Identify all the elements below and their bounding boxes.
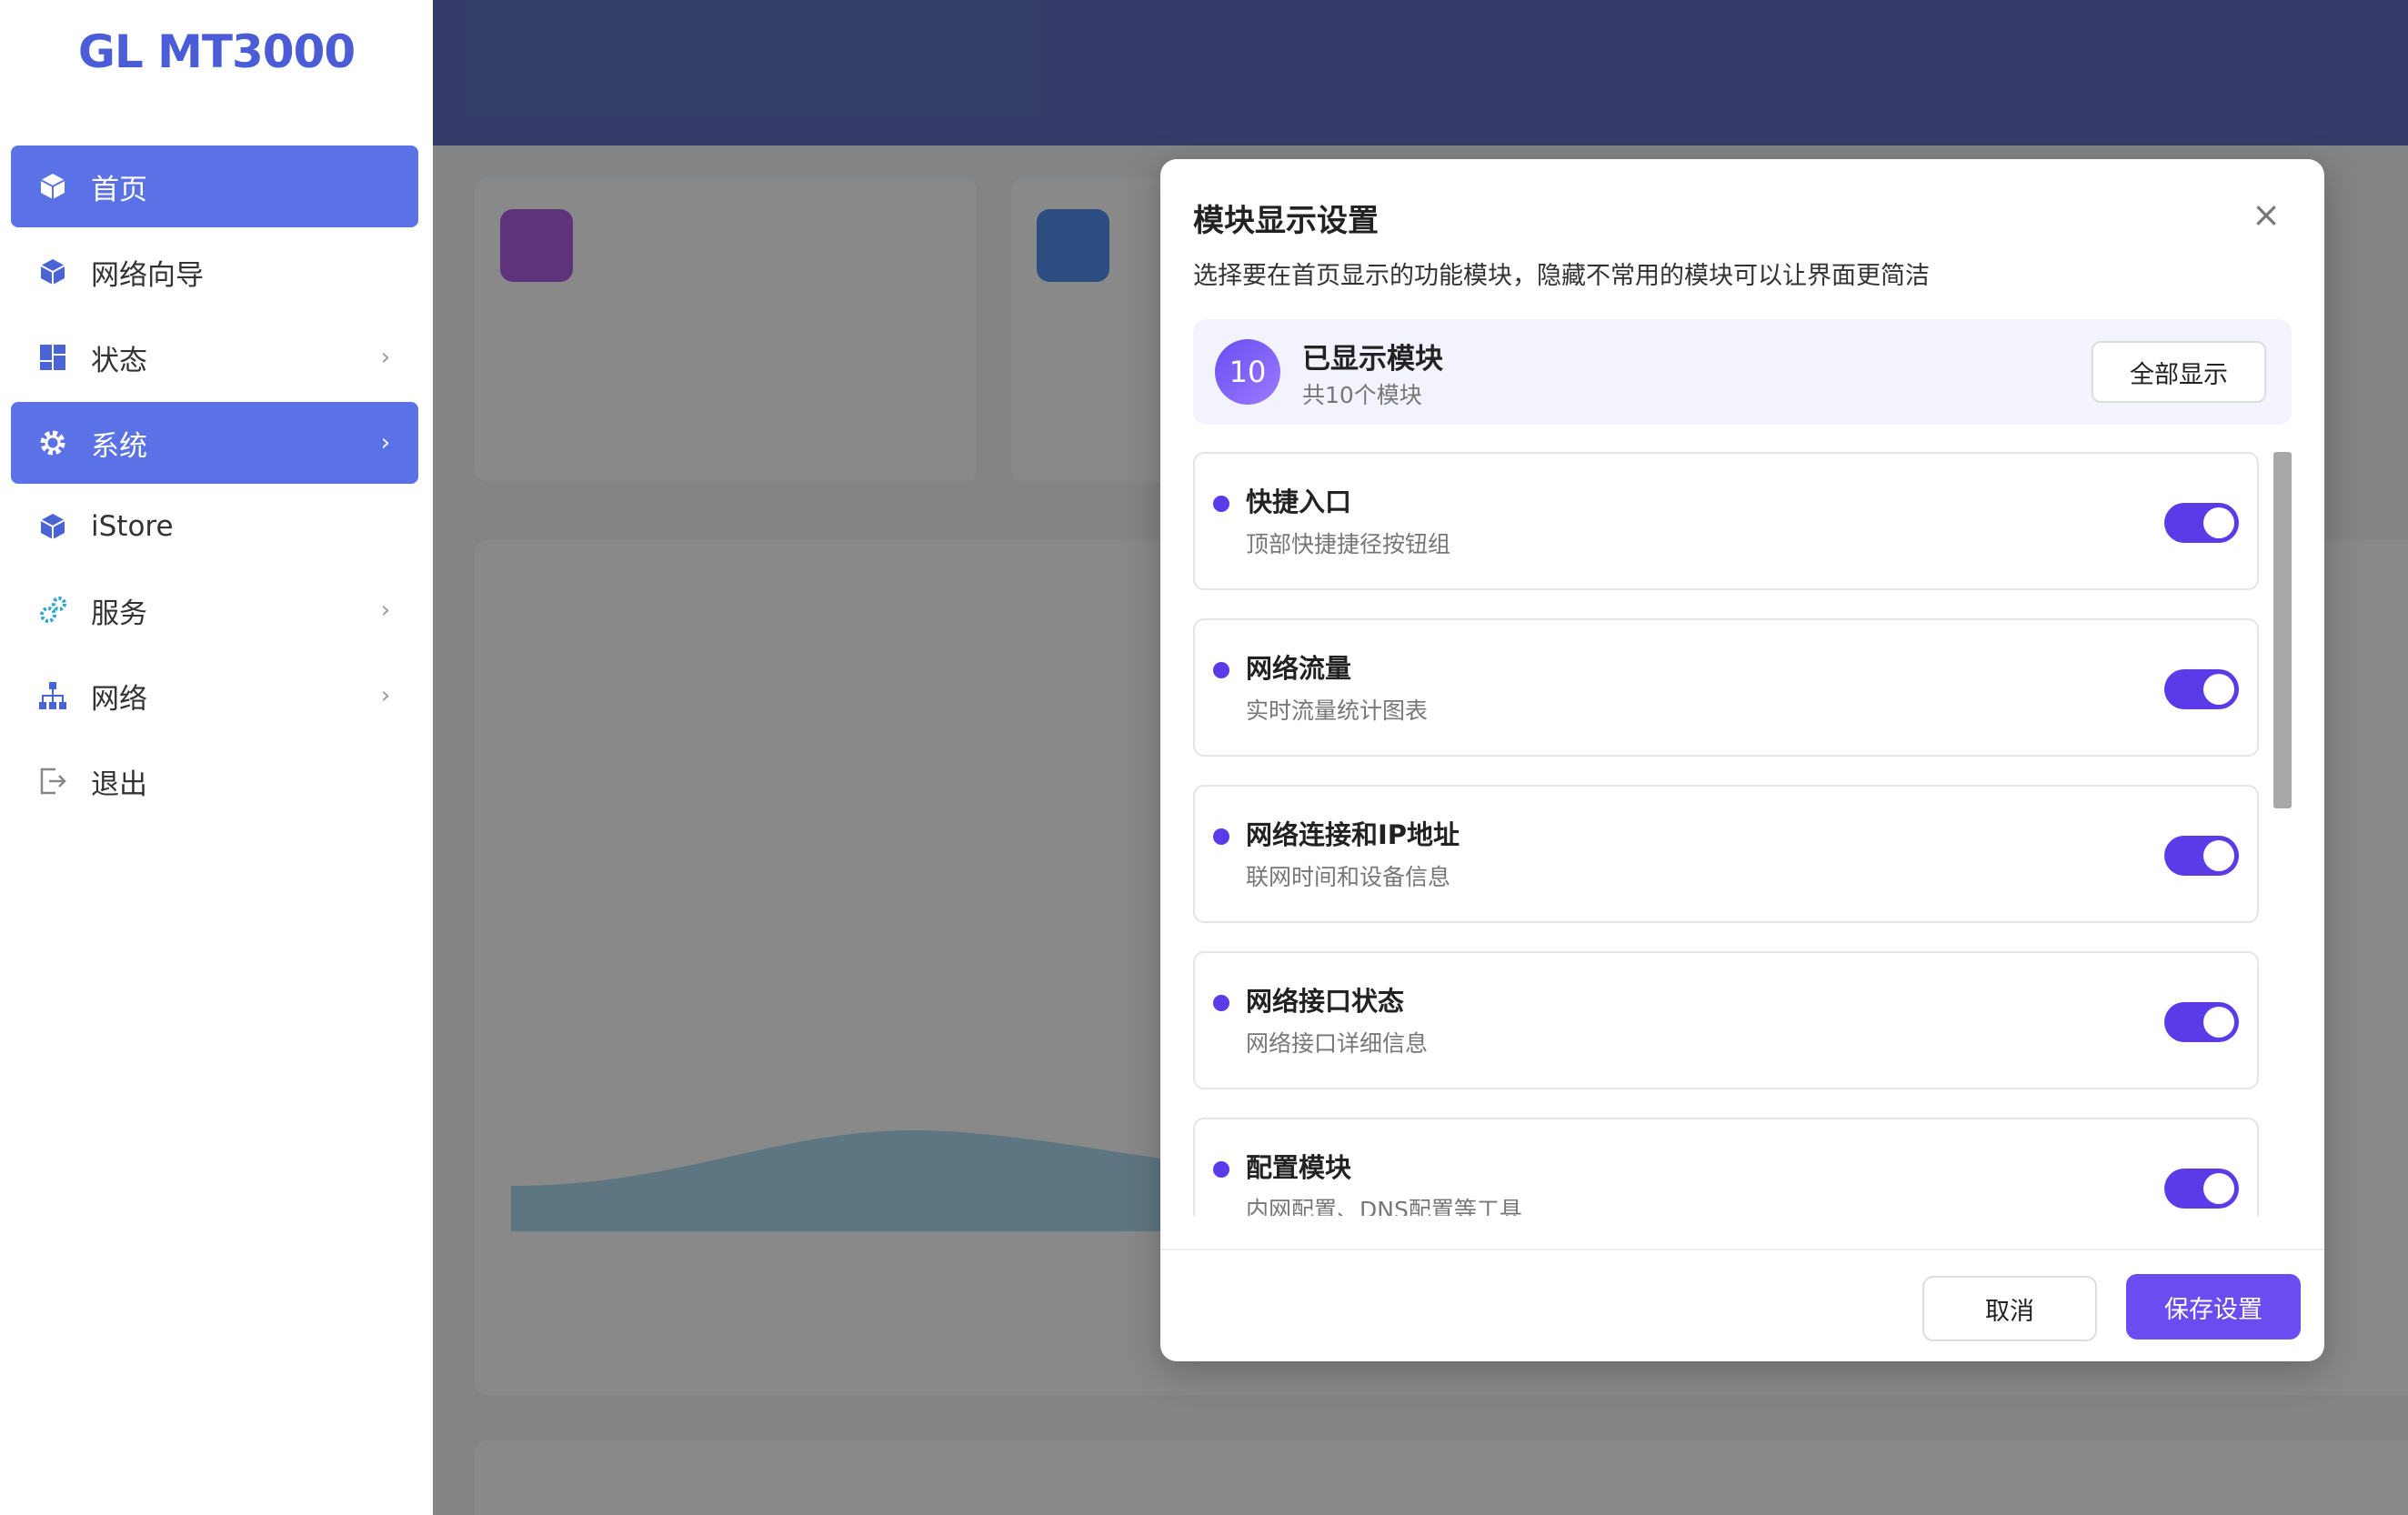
chevron-right-icon: › [380,597,391,624]
summary-subtitle: 共10个模块 [1302,382,1422,408]
gears-icon [35,592,71,628]
module-title: 网络连接和IP地址 [1246,819,1460,850]
sidebar-item-network-wizard[interactable]: 网络向导 [11,231,418,313]
module-settings-dialog: 模块显示设置 × 选择要在首页显示的功能模块，隐藏不常用的模块可以让界面更简洁 … [1160,159,2324,1361]
toggle-knob [2203,1007,2234,1038]
sitemap-icon [35,677,71,714]
cancel-button[interactable]: 取消 [1922,1276,2097,1341]
module-item: 网络流量 实时流量统计图表 [1193,618,2259,757]
sidebar-item-label: 网络 [91,682,147,716]
toggle-knob [2203,674,2234,705]
dialog-title: 模块显示设置 [1193,203,1379,239]
sidebar: GL MT3000 首页 网络向导 状态 › 系统 › iStore 服务 › … [0,0,433,1515]
dialog-divider [1160,1249,2324,1250]
module-toggle[interactable] [2164,503,2239,543]
module-toggle[interactable] [2164,669,2239,709]
sidebar-item-label: 系统 [91,429,147,463]
bullet-dot [1213,828,1229,845]
module-toggle[interactable] [2164,1169,2239,1209]
module-count-badge: 10 [1215,339,1280,405]
save-button[interactable]: 保存设置 [2126,1274,2301,1339]
module-toggle[interactable] [2164,836,2239,876]
chevron-right-icon: › [380,344,391,371]
sidebar-item-label: 首页 [91,173,147,206]
bullet-dot [1213,662,1229,678]
module-description: 联网时间和设备信息 [1246,864,1451,890]
module-toggle[interactable] [2164,1002,2239,1042]
toggle-knob [2203,1173,2234,1204]
dashboard-icon [35,339,71,376]
module-description: 网络接口详细信息 [1246,1030,1429,1057]
sidebar-item-label: iStore [91,510,174,543]
chevron-right-icon: › [380,429,391,457]
cube-icon [35,254,71,290]
brand-logo: GL MT3000 [77,25,356,78]
toggle-knob [2203,840,2234,871]
bullet-dot [1213,1161,1229,1178]
module-description: 顶部快捷捷径按钮组 [1246,531,1451,557]
module-title: 网络流量 [1246,653,1352,684]
sidebar-item-system[interactable]: 系统 › [11,402,418,484]
bullet-dot [1213,496,1229,512]
sidebar-item-label: 状态 [91,344,147,377]
sidebar-item-istore[interactable]: iStore [11,486,418,567]
module-description: 内网配置、DNS配置等工具 [1246,1197,1522,1216]
module-description: 实时流量统计图表 [1246,697,1429,724]
sidebar-item-label: 退出 [91,768,147,801]
sidebar-item-services[interactable]: 服务 › [11,569,418,651]
toggle-knob [2203,507,2234,538]
module-item: 配置模块 内网配置、DNS配置等工具 [1193,1118,2259,1216]
chevron-right-icon: › [380,682,391,709]
logout-icon [35,763,71,799]
module-summary: 10 已显示模块 共10个模块 全部显示 [1193,319,2292,425]
scrollbar-thumb[interactable] [2273,452,2292,808]
close-icon[interactable]: × [2252,197,2281,232]
dialog-description: 选择要在首页显示的功能模块，隐藏不常用的模块可以让界面更简洁 [1193,262,1930,290]
module-list[interactable]: 快捷入口 顶部快捷捷径按钮组 网络流量 实时流量统计图表 网络连接和IP地址 联… [1193,452,2275,1216]
sidebar-item-label: 网络向导 [91,258,204,292]
sidebar-item-logout[interactable]: 退出 [11,740,418,822]
module-item: 快捷入口 顶部快捷捷径按钮组 [1193,452,2259,590]
module-item: 网络连接和IP地址 联网时间和设备信息 [1193,785,2259,923]
sidebar-item-label: 服务 [91,597,147,630]
module-title: 快捷入口 [1246,487,1352,517]
cube-icon [35,168,71,205]
cube-icon [35,508,71,545]
sidebar-item-network[interactable]: 网络 › [11,655,418,737]
module-item: 网络接口状态 网络接口详细信息 [1193,951,2259,1089]
module-title: 配置模块 [1246,1152,1352,1183]
show-all-button[interactable]: 全部显示 [2092,341,2266,403]
bullet-dot [1213,995,1229,1011]
sidebar-item-home[interactable]: 首页 [11,145,418,227]
summary-title: 已显示模块 [1302,343,1443,376]
gear-icon [35,425,71,461]
module-title: 网络接口状态 [1246,986,1405,1017]
sidebar-item-status[interactable]: 状态 › [11,316,418,398]
